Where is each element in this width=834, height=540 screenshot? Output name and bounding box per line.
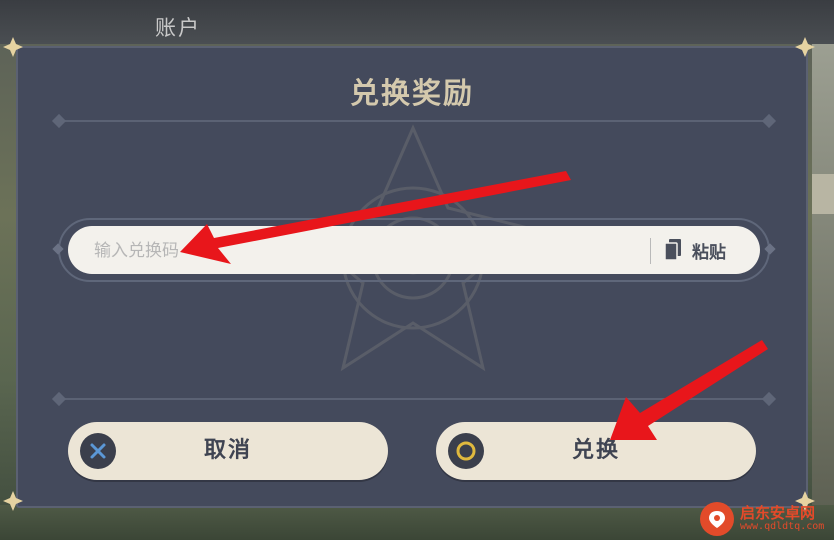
paste-label: 粘贴 (692, 242, 726, 263)
cancel-label: 取消 (203, 438, 252, 463)
cancel-button[interactable]: 取消 (68, 422, 388, 480)
redeem-button[interactable]: 兑换 (436, 422, 756, 480)
divider-diamond-icon (761, 391, 777, 407)
corner-ornament-icon (2, 490, 24, 512)
divider-diamond-icon (761, 113, 777, 129)
divider-diamond-icon (51, 391, 67, 407)
dialog-title: 兑换奖励 (349, 76, 474, 110)
background-header (0, 0, 834, 44)
watermark-url: www.qdldtq.com (740, 520, 825, 532)
paste-button[interactable]: 粘贴 (664, 234, 744, 266)
redeem-dialog: 兑换奖励 粘贴 取消 (16, 46, 808, 508)
watermark-logo-icon (700, 502, 734, 536)
background-side-panel (812, 44, 834, 514)
input-separator (650, 238, 651, 264)
redeem-label: 兑换 (571, 438, 620, 463)
clipboard-icon (664, 238, 682, 262)
site-watermark: 启东安卓网 www.qdldtq.com (700, 498, 834, 540)
corner-ornament-icon (2, 36, 24, 58)
button-divider (58, 398, 770, 400)
account-label: 账户 (155, 16, 201, 40)
divider-diamond-icon (51, 113, 67, 129)
redeem-code-input[interactable] (92, 238, 656, 264)
watermark-title: 启东安卓网 (740, 503, 816, 522)
corner-ornament-icon (794, 36, 816, 58)
